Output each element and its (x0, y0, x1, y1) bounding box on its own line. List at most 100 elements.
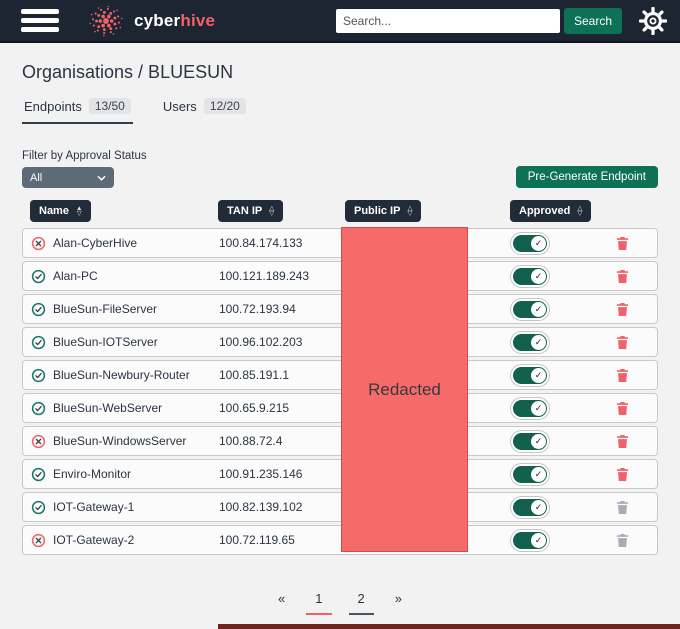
delete-trash-icon (616, 236, 629, 250)
tabs: Endpoints 13/50 Users 12/20 (22, 98, 658, 124)
endpoint-name-cell: BlueSun-WindowsServer (31, 434, 219, 449)
toggle-check-icon: ✓ (531, 466, 546, 482)
pagination-page-2[interactable]: 2 (348, 591, 374, 615)
table-row: IOT-Gateway-2 100.72.119.65 ✓ (22, 525, 658, 555)
approved-cell: ✓ (511, 366, 657, 384)
delete-trash-icon (616, 368, 629, 382)
toggle-check-icon: ✓ (531, 301, 546, 317)
endpoint-name-cell: IOT-Gateway-2 (31, 533, 219, 548)
toggle-check-icon: ✓ (531, 499, 546, 515)
column-label: Public IP (354, 205, 401, 217)
menu-button[interactable] (21, 9, 59, 32)
delete-endpoint-button (616, 533, 629, 548)
endpoint-name: BlueSun-IOTServer (53, 335, 158, 349)
delete-endpoint-button[interactable] (616, 236, 629, 251)
settings-gear-icon[interactable] (639, 6, 667, 35)
tan-ip-value: 100.65.9.215 (219, 401, 290, 415)
approved-toggle[interactable]: ✓ (513, 234, 547, 252)
brand-logo[interactable]: cyberhive (85, 2, 215, 40)
pre-generate-endpoint-button[interactable]: Pre-Generate Endpoint (515, 166, 658, 188)
search-button[interactable]: Search (563, 7, 622, 34)
delete-endpoint-button[interactable] (616, 302, 629, 317)
toggle-check-icon: ✓ (531, 532, 546, 548)
filter-label: Filter by Approval Status (22, 150, 147, 162)
endpoint-name: IOT-Gateway-2 (53, 533, 135, 547)
approval-filter-select[interactable]: All (22, 167, 114, 188)
tan-ip-value: 100.72.193.94 (219, 302, 296, 316)
tan-ip-value: 100.121.189.243 (219, 269, 310, 283)
hive-logo-icon (89, 5, 123, 36)
delete-endpoint-button[interactable] (616, 434, 629, 449)
page-title: Organisations / BLUESUN (22, 62, 234, 82)
table-row: IOT-Gateway-1 100.82.139.102 ✓ (22, 492, 658, 522)
approved-status-icon (31, 335, 46, 349)
pagination-next[interactable]: » (391, 591, 406, 613)
table-row: Enviro-Monitor 100.91.235.146 ✓ (22, 459, 658, 489)
tan-ip-value: 100.82.139.102 (219, 500, 303, 514)
approved-toggle[interactable]: ✓ (513, 432, 547, 450)
approved-toggle[interactable]: ✓ (513, 531, 547, 549)
tan-ip-value: 100.91.235.146 (219, 467, 303, 481)
approved-cell: ✓ (511, 432, 657, 450)
endpoint-name: BlueSun-WebServer (53, 401, 163, 415)
endpoint-name-cell: Enviro-Monitor (31, 467, 219, 482)
filter-section: Filter by Approval Status All Pre-Genera… (22, 150, 658, 188)
approved-toggle[interactable]: ✓ (513, 333, 547, 351)
toggle-check-icon: ✓ (531, 433, 546, 449)
approved-toggle[interactable]: ✓ (513, 267, 547, 285)
tan-ip-value: 100.72.119.65 (219, 533, 295, 547)
column-sort-public-ip[interactable]: Public IP △ ▽ (345, 200, 422, 222)
toggle-check-icon: ✓ (531, 367, 546, 383)
table-body: Alan-CyberHive 100.84.174.133 ✓ Alan-PC 100.… (22, 227, 658, 555)
approved-status-icon (31, 368, 46, 382)
delete-endpoint-button[interactable] (616, 368, 629, 383)
redacted-overlay: Redacted (341, 227, 468, 552)
delete-endpoint-button[interactable] (616, 401, 629, 416)
table-header: Name ▲ ▽ TAN IP △ ▽ Public IP △ ▽ Approved △ ▽ (22, 200, 658, 222)
table-row: BlueSun-WindowsServer 100.88.72.4 ✓ (22, 426, 658, 456)
delete-trash-icon (616, 269, 629, 283)
pagination-prev[interactable]: « (274, 591, 289, 613)
column-label: Approved (519, 205, 571, 217)
toggle-check-icon: ✓ (531, 334, 546, 350)
column-sort-name[interactable]: Name ▲ ▽ (30, 200, 92, 222)
chevron-down-icon (97, 175, 106, 181)
delete-trash-icon (616, 401, 629, 415)
column-sort-tan-ip[interactable]: TAN IP △ ▽ (218, 200, 284, 222)
delete-endpoint-button[interactable] (616, 335, 629, 350)
approved-toggle[interactable]: ✓ (513, 366, 547, 384)
approval-filter-value: All (30, 171, 43, 184)
toggle-check-icon: ✓ (531, 235, 546, 251)
approved-cell: ✓ (511, 399, 657, 417)
endpoint-name: BlueSun-Newbury-Router (53, 368, 190, 382)
denied-status-icon (31, 434, 46, 448)
endpoint-name: Enviro-Monitor (53, 467, 132, 481)
tab-endpoints[interactable]: Endpoints 13/50 (22, 98, 133, 124)
approved-cell: ✓ (511, 498, 657, 516)
toggle-check-icon: ✓ (531, 268, 546, 284)
approved-cell: ✓ (511, 465, 657, 483)
column-sort-approved[interactable]: Approved △ ▽ (510, 200, 592, 222)
search-input[interactable] (335, 8, 560, 33)
approved-cell: ✓ (511, 267, 657, 285)
pagination: « 1 2 » (22, 591, 658, 615)
tab-users[interactable]: Users 12/20 (161, 98, 248, 124)
delete-trash-icon (616, 533, 629, 547)
tan-ip-value: 100.84.174.133 (219, 236, 303, 250)
tab-label: Endpoints (24, 98, 82, 114)
table-row: BlueSun-Newbury-Router 100.85.191.1 ✓ (22, 360, 658, 390)
toggle-check-icon: ✓ (531, 400, 546, 416)
tab-label: Users (162, 98, 197, 114)
delete-endpoint-button[interactable] (616, 467, 629, 482)
approved-toggle[interactable]: ✓ (513, 498, 547, 516)
delete-endpoint-button[interactable] (616, 269, 629, 284)
endpoint-name-cell: BlueSun-Newbury-Router (31, 368, 219, 383)
top-bar: cyberhive Search (0, 0, 680, 43)
pagination-page-1[interactable]: 1 (306, 591, 332, 615)
approved-toggle[interactable]: ✓ (513, 399, 547, 417)
approved-status-icon (31, 401, 46, 415)
endpoint-name-cell: IOT-Gateway-1 (31, 500, 219, 515)
approved-toggle[interactable]: ✓ (513, 465, 547, 483)
column-label: TAN IP (227, 205, 263, 217)
approved-toggle[interactable]: ✓ (513, 300, 547, 318)
